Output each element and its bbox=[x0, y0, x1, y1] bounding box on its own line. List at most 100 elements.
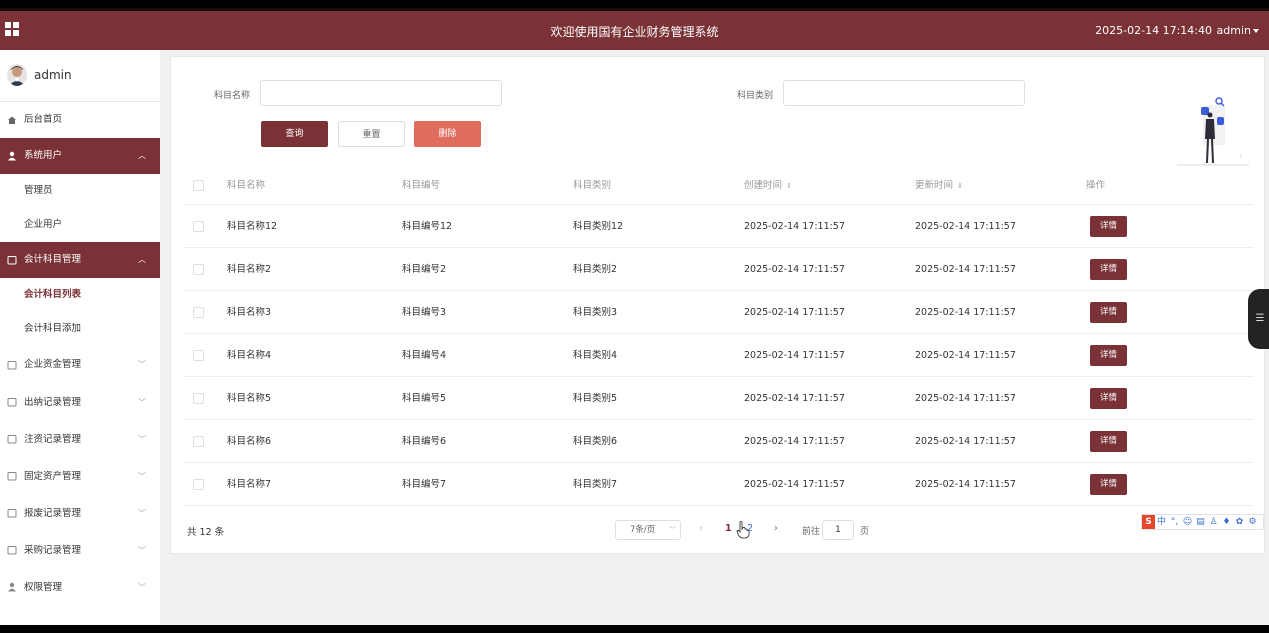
row-checkbox[interactable] bbox=[193, 264, 204, 275]
ime-toolbar[interactable]: S 中 °, ☺ ▤ ♙ ♦ ✿ ⚙ bbox=[1141, 514, 1264, 530]
pagination: 共 12 条 7条/页 ﹀ ‹ 1 2 › 前往 1 页 bbox=[171, 517, 1266, 543]
sidebar-item-funds[interactable]: 企业资金管理 ﹀ bbox=[0, 346, 160, 384]
row-checkbox[interactable] bbox=[193, 436, 204, 447]
prev-page-button[interactable]: ‹ bbox=[699, 523, 703, 534]
user-menu[interactable]: admin bbox=[1217, 24, 1259, 37]
row-checkbox[interactable] bbox=[193, 307, 204, 318]
row-checkbox[interactable] bbox=[193, 479, 204, 490]
folder-icon bbox=[7, 509, 17, 518]
cell-code: 科目编号3 bbox=[402, 307, 447, 318]
sidebar-item-capital-injection[interactable]: 注资记录管理 ﹀ bbox=[0, 421, 160, 458]
select-all-checkbox[interactable] bbox=[193, 180, 204, 191]
detail-button[interactable]: 详情 bbox=[1090, 388, 1127, 409]
header-user-name: admin bbox=[1216, 24, 1251, 37]
ime-emoji-icon[interactable]: ☺ bbox=[1181, 515, 1194, 529]
detail-button[interactable]: 详情 bbox=[1090, 345, 1127, 366]
ime-punctuation-icon[interactable]: °, bbox=[1168, 515, 1181, 529]
sidebar-item-label: 注资记录管理 bbox=[24, 434, 82, 445]
page-1-button[interactable]: 1 bbox=[725, 523, 732, 534]
sidebar-subitem-subject-add[interactable]: 会计科目添加 bbox=[0, 312, 160, 346]
ime-settings-icon[interactable]: ⚙ bbox=[1246, 515, 1259, 529]
sidebar-item-label: 企业资金管理 bbox=[24, 359, 82, 370]
sidebar-item-fixed-assets[interactable]: 固定资产管理 ﹀ bbox=[0, 458, 160, 495]
home-icon bbox=[8, 116, 16, 124]
sidebar-item-label: 系统用户 bbox=[24, 150, 63, 161]
reset-button[interactable]: 重置 bbox=[338, 121, 405, 147]
cell-updated: 2025-02-14 17:11:57 bbox=[915, 350, 1016, 361]
sidebar-user-name: admin bbox=[34, 68, 72, 82]
top-header: 欢迎使用国有企业财务管理系统 2025-02-14 17:14:40 admin bbox=[0, 8, 1269, 50]
cell-code: 科目编号12 bbox=[402, 221, 453, 232]
cell-created: 2025-02-14 17:11:57 bbox=[744, 221, 845, 232]
sort-icon[interactable]: ⇕ bbox=[786, 167, 792, 205]
chevron-up-icon: ︿ bbox=[138, 255, 146, 264]
sidebar-item-scrap-records[interactable]: 报废记录管理 ﹀ bbox=[0, 495, 160, 532]
sidebar-item-purchase-records[interactable]: 采购记录管理 ﹀ bbox=[0, 532, 160, 569]
subject-category-label: 科目类别 bbox=[737, 91, 774, 101]
delete-button[interactable]: 删除 bbox=[414, 121, 481, 147]
next-page-button[interactable]: › bbox=[774, 523, 778, 534]
folder-icon bbox=[7, 361, 17, 370]
detail-button[interactable]: 详情 bbox=[1090, 259, 1127, 280]
sidebar-subitem-admin[interactable]: 管理员 bbox=[0, 174, 160, 208]
sidebar-item-home[interactable]: 后台首页 bbox=[0, 102, 160, 138]
cell-updated: 2025-02-14 17:11:57 bbox=[915, 221, 1016, 232]
subject-name-input[interactable] bbox=[260, 80, 502, 106]
sidebar-item-accounting-subjects[interactable]: 会计科目管理 ︿ bbox=[0, 242, 160, 278]
user-icon bbox=[8, 582, 16, 592]
total-count: 共 12 条 bbox=[187, 527, 225, 538]
sidebar-item-label: 采购记录管理 bbox=[24, 545, 82, 556]
cell-name: 科目名称2 bbox=[227, 264, 272, 275]
cell-name: 科目名称4 bbox=[227, 350, 272, 361]
cell-code: 科目编号4 bbox=[402, 350, 447, 361]
column-header-created[interactable]: 创建时间 ⇕ bbox=[744, 167, 792, 205]
table-row: 科目名称7 科目编号7 科目类别7 2025-02-14 17:11:57 2025-0… bbox=[183, 463, 1253, 506]
goto-page-input[interactable]: 1 bbox=[822, 520, 854, 540]
table-row: 科目名称6 科目编号6 科目类别6 2025-02-14 17:11:57 2025-0… bbox=[183, 420, 1253, 463]
sidebar-item-system-users[interactable]: 系统用户 ︿ bbox=[0, 138, 160, 174]
sidebar-subitem-subject-list[interactable]: 会计科目列表 bbox=[0, 278, 160, 312]
column-header-actions: 操作 bbox=[1086, 180, 1106, 191]
ime-chinese-mode[interactable]: 中 bbox=[1155, 515, 1168, 529]
cell-name: 科目名称12 bbox=[227, 221, 278, 232]
cell-updated: 2025-02-14 17:11:57 bbox=[915, 307, 1016, 318]
ime-keyboard-icon[interactable]: ▤ bbox=[1194, 515, 1207, 529]
sort-icon[interactable]: ⇕ bbox=[957, 167, 963, 205]
subject-category-input[interactable] bbox=[783, 80, 1025, 106]
goto-label: 前往 bbox=[802, 527, 821, 537]
search-illustration: ? bbox=[1177, 97, 1249, 166]
ime-user-icon[interactable]: ♙ bbox=[1207, 515, 1220, 529]
svg-text:?: ? bbox=[1239, 154, 1242, 161]
detail-button[interactable]: 详情 bbox=[1090, 216, 1127, 237]
ime-skin-icon[interactable]: ♦ bbox=[1220, 515, 1233, 529]
column-header-updated-label: 更新时间 bbox=[915, 180, 954, 191]
page-size-select[interactable]: 7条/页 ﹀ bbox=[615, 520, 681, 540]
row-checkbox[interactable] bbox=[193, 221, 204, 232]
table-row: 科目名称4 科目编号4 科目类别4 2025-02-14 17:11:57 2025-0… bbox=[183, 334, 1253, 377]
cell-code: 科目编号5 bbox=[402, 393, 447, 404]
cell-category: 科目类别7 bbox=[573, 479, 618, 490]
row-checkbox[interactable] bbox=[193, 350, 204, 361]
cell-name: 科目名称3 bbox=[227, 307, 272, 318]
sidebar-subitem-enterprise-users[interactable]: 企业用户 bbox=[0, 208, 160, 242]
table-row: 科目名称5 科目编号5 科目类别5 2025-02-14 17:11:57 2025-0… bbox=[183, 377, 1253, 420]
folder-icon bbox=[7, 435, 17, 444]
query-button[interactable]: 查询 bbox=[261, 121, 328, 147]
row-checkbox[interactable] bbox=[193, 393, 204, 404]
ime-tools-icon[interactable]: ✿ bbox=[1233, 515, 1246, 529]
goto-unit: 页 bbox=[860, 527, 870, 537]
ime-logo-icon[interactable]: S bbox=[1142, 515, 1155, 529]
column-header-created-label: 创建时间 bbox=[744, 180, 783, 191]
table-header: 科目名称 科目编号 科目类别 创建时间 ⇕ 更新时间 ⇕ 操作 bbox=[183, 167, 1253, 205]
side-float-tab[interactable]: ☰ bbox=[1248, 289, 1269, 349]
cell-category: 科目类别12 bbox=[573, 221, 624, 232]
chevron-down-icon: ﹀ bbox=[138, 546, 146, 555]
column-header-updated[interactable]: 更新时间 ⇕ bbox=[915, 167, 963, 205]
detail-button[interactable]: 详情 bbox=[1090, 302, 1127, 323]
detail-button[interactable]: 详情 bbox=[1090, 431, 1127, 452]
detail-button[interactable]: 详情 bbox=[1090, 474, 1127, 495]
cell-category: 科目类别4 bbox=[573, 350, 618, 361]
folder-icon bbox=[7, 472, 17, 481]
sidebar-item-permissions[interactable]: 权限管理 ﹀ bbox=[0, 569, 160, 606]
sidebar-item-cashier[interactable]: 出纳记录管理 ﹀ bbox=[0, 384, 160, 421]
